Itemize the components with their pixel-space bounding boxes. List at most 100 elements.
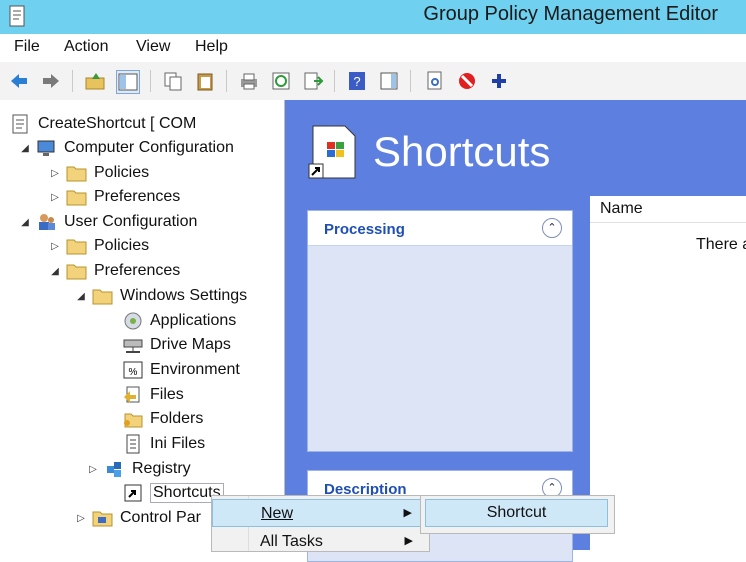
collapse-arrow-icon[interactable]: ◢ [18,143,32,154]
tree-label: Preferences [94,188,181,205]
refresh-icon[interactable] [270,70,292,92]
menu-help[interactable]: Help [195,38,228,56]
submenu-arrow-icon: ▶ [403,507,412,519]
processing-panel: Processing ⌃ [307,210,573,452]
tree-label: Policies [94,237,150,254]
collapse-arrow-icon[interactable]: ◢ [18,217,32,228]
tree-uc-policies[interactable]: ▷ Policies [48,235,149,257]
tree-user-configuration[interactable]: ◢ User Configuration [18,211,197,233]
tree-label: Applications [150,312,237,329]
console-tree: CreateShortcut [ COM ◢ Computer Configur… [0,100,285,550]
processing-panel-header: Processing ⌃ [308,211,572,246]
menu-file[interactable]: File [14,38,40,56]
collapse-arrow-icon[interactable]: ◢ [48,266,62,277]
svg-text:%: % [129,367,138,378]
tree-ini-files[interactable]: Ini Files [104,433,205,455]
paste-icon[interactable] [194,70,216,92]
tree-label: Policies [94,164,150,181]
tree-label: Windows Settings [120,287,248,304]
back-icon[interactable] [8,70,30,92]
up-folder-icon[interactable] [84,70,106,92]
properties-icon[interactable] [424,70,446,92]
registry-icon [104,459,126,479]
collapse-arrow-icon[interactable]: ◢ [74,291,88,302]
title-bar: Group Policy Management Editor [0,0,746,34]
context-menu-all-tasks[interactable]: All Tasks ▶ [212,528,427,556]
menu-action[interactable]: Action [64,38,108,56]
drive-map-icon [122,335,144,355]
tree-label: Folders [150,410,204,427]
tree-label: Registry [132,460,191,477]
tree-computer-configuration[interactable]: ◢ Computer Configuration [18,137,234,159]
expand-arrow-icon[interactable]: ▷ [48,192,62,203]
tree-control-panel[interactable]: ▷ Control Par [74,507,201,529]
menu-view[interactable]: View [136,38,170,56]
copy-icon[interactable] [162,70,184,92]
delete-icon[interactable] [456,70,478,92]
tree-label: Control Par [120,509,201,526]
tree-label: Drive Maps [150,336,231,353]
submenu-arrow-icon: ▶ [404,535,413,547]
tree-windows-settings[interactable]: ◢ Windows Settings [74,285,247,307]
add-icon[interactable] [488,70,510,92]
svg-text:?: ? [353,74,360,89]
ini-file-icon [122,434,144,454]
menu-item-label: New [261,505,294,522]
window-title: Group Policy Management Editor [423,3,718,25]
help-icon[interactable]: ? [346,70,368,92]
collapse-chevron-icon[interactable]: ⌃ [542,218,562,238]
menu-item-label: All Tasks [260,533,323,550]
tree-label: User Configuration [64,213,198,230]
tree-label: Computer Configuration [64,139,234,156]
tree-shortcuts[interactable]: Shortcuts [104,482,224,504]
expand-arrow-icon[interactable]: ▷ [86,464,100,475]
tree-label: Files [150,386,184,403]
folders-icon [122,409,144,429]
folder-icon [66,236,88,256]
shortcut-icon [122,483,144,503]
users-icon [36,212,58,232]
tree-root-label: CreateShortcut [ COM [38,115,197,132]
tree-cc-policies[interactable]: ▷ Policies [48,162,149,184]
expand-arrow-icon[interactable]: ▷ [48,168,62,179]
menu-bar: File Action View Help [0,34,746,63]
applications-disc-icon [122,311,144,331]
tree-registry[interactable]: ▷ Registry [89,458,191,480]
empty-list-message: There a [696,236,746,253]
computer-icon [36,138,58,158]
control-panel-folder-icon [92,508,114,528]
folder-icon [66,261,88,281]
tree-cc-preferences[interactable]: ▷ Preferences [48,186,180,208]
folder-icon [92,286,114,306]
details-pane: Shortcuts Processing ⌃ Description ⌃ Nam… [285,100,746,562]
forward-icon[interactable] [40,70,62,92]
tree-label: Environment [150,361,240,378]
processing-label: Processing [324,221,405,238]
folder-icon [66,163,88,183]
shortcut-header-icon [307,124,361,180]
export-list-icon[interactable] [302,70,324,92]
expand-arrow-icon[interactable]: ▷ [48,241,62,252]
column-header-label: Name [600,200,643,217]
tree-folders[interactable]: Folders [104,408,203,430]
files-icon [122,385,144,405]
environment-icon: % [122,360,144,380]
print-icon[interactable] [238,70,260,92]
context-menu-new[interactable]: New ▶ [212,499,427,527]
tree-applications[interactable]: Applications [104,310,236,332]
tree-root[interactable]: CreateShortcut [ COM [10,113,196,135]
expand-arrow-icon[interactable]: ▷ [74,513,88,524]
submenu-shortcut[interactable]: Shortcut [425,499,608,527]
column-header-name[interactable]: Name [590,196,746,223]
toolbar: ? [0,62,746,101]
show-hide-tree-icon[interactable] [116,70,140,94]
tree-environment[interactable]: % Environment [104,359,240,381]
app-icon [8,4,26,28]
folder-icon [66,187,88,207]
tree-drive-maps[interactable]: Drive Maps [104,334,231,356]
context-menu: New ▶ All Tasks ▶ [211,495,430,552]
action-pane-icon[interactable] [378,70,400,92]
tree-files[interactable]: Files [104,384,184,406]
new-submenu: Shortcut [420,495,615,534]
tree-uc-preferences[interactable]: ◢ Preferences [48,260,180,282]
